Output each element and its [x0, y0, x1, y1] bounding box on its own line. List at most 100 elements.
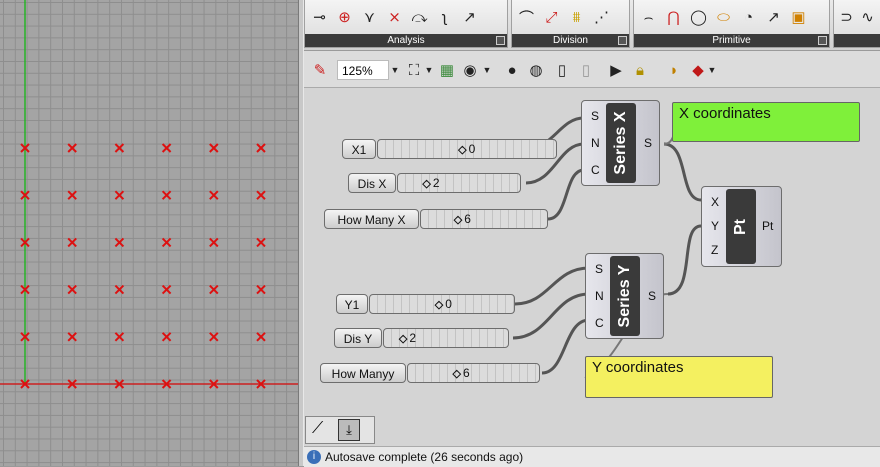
wire-y1-to-s — [514, 266, 590, 306]
play-icon[interactable]: ▶ — [606, 60, 626, 80]
chevron-down-icon[interactable]: ▼ — [424, 60, 434, 80]
component-core: Pt — [726, 189, 756, 264]
rhino-viewport[interactable] — [0, 0, 298, 466]
slider-dis-x[interactable]: Dis X 2 — [348, 171, 526, 195]
slider-track[interactable]: 2 — [397, 173, 521, 193]
point-marker — [256, 190, 266, 200]
document-icon[interactable]: ▯ — [552, 60, 572, 80]
slider-how-many-x[interactable]: How Many X 6 — [324, 207, 548, 231]
slider-value: 2 — [399, 329, 416, 349]
input-x[interactable]: X — [711, 195, 719, 209]
point-marker — [161, 237, 172, 248]
series-x-component[interactable]: S N C Series X S — [581, 100, 660, 186]
point-marker — [256, 284, 266, 295]
input-n[interactable]: N — [591, 136, 600, 150]
circle-point-icon[interactable]: ⊸ — [309, 6, 330, 28]
map-icon[interactable]: ▦ — [437, 60, 457, 80]
slider-track[interactable]: 2 — [383, 328, 509, 348]
point-marker — [161, 332, 172, 342]
preview-shaded-icon[interactable]: ● — [502, 60, 522, 80]
eraser-icon[interactable]: ✎ — [308, 60, 332, 80]
ribbon-label-primitive[interactable]: Primitive — [634, 34, 829, 47]
zoom-extents-icon[interactable]: ⛶ — [404, 60, 424, 80]
status-text: Autosave complete (26 seconds ago) — [325, 450, 524, 464]
divide-curve-icon[interactable]: ⌒ — [516, 6, 537, 28]
input-c[interactable]: C — [591, 163, 600, 177]
tangent-icon[interactable]: ⨯ — [384, 6, 405, 28]
input-n[interactable]: N — [595, 289, 604, 303]
component-core: Series Y — [610, 256, 640, 336]
arc-icon[interactable]: ⌢ — [638, 6, 659, 28]
status-bar: i Autosave complete (26 seconds ago) — [304, 446, 880, 467]
rectangle-icon[interactable]: ▣ — [788, 6, 809, 28]
chevron-down-icon[interactable]: ▼ — [482, 60, 492, 80]
circle-arrow-icon[interactable]: ⊕ — [334, 6, 355, 28]
point-marker — [67, 237, 77, 248]
expand-corner-icon[interactable] — [818, 36, 827, 45]
output-pt[interactable]: Pt — [762, 219, 773, 233]
input-s[interactable]: S — [591, 109, 599, 123]
nurbs-icon[interactable]: ⊃ — [838, 6, 855, 28]
branch-icon[interactable]: ⋎ — [359, 6, 380, 28]
output-s[interactable]: S — [644, 136, 652, 150]
preview-wire-icon[interactable]: ◍ — [526, 60, 546, 80]
pt-component[interactable]: X Y Z Pt Pt — [701, 186, 782, 267]
point-marker — [114, 284, 125, 295]
input-c[interactable]: C — [595, 316, 604, 330]
chevron-down-icon[interactable]: ▼ — [707, 60, 717, 80]
grasshopper-canvas[interactable]: X1 0 Dis X 2 How Many X 6 Y1 0 Dis Y 2 H… — [304, 88, 880, 414]
point-marker — [256, 332, 266, 342]
slider-label: X1 — [342, 139, 376, 159]
slider-label: How Manyy — [320, 363, 406, 383]
eye-icon[interactable]: ◉ — [459, 60, 481, 80]
expand-corner-icon[interactable] — [618, 36, 627, 45]
chevron-down-icon[interactable]: ▼ — [390, 60, 400, 80]
zoom-field[interactable]: 125% — [337, 60, 389, 80]
panel-text: X coordinates — [679, 105, 771, 122]
contour-icon[interactable]: ⩩ — [566, 6, 587, 28]
interp-icon[interactable]: ∿ — [859, 6, 876, 28]
ellipse-icon[interactable]: ⬭ — [713, 6, 734, 28]
panel-y-coordinates[interactable]: Y coordinates — [585, 356, 773, 398]
download-icon[interactable]: ⤓ — [338, 419, 360, 441]
point-marker — [114, 190, 125, 200]
bake-icon[interactable]: ◗ — [664, 60, 684, 80]
curve-closest-icon[interactable]: ʅ — [434, 6, 455, 28]
lock-icon[interactable]: 🔒︎ — [630, 60, 650, 80]
slider-how-manyy[interactable]: How Manyy 6 — [320, 361, 542, 385]
shatter-icon[interactable]: ⋰ — [591, 6, 612, 28]
slider-track[interactable]: 6 — [420, 209, 548, 229]
ribbon-label-spline[interactable] — [834, 34, 880, 47]
panel-x-coordinates[interactable]: X coordinates — [672, 102, 860, 142]
slider-x1[interactable]: X1 0 — [342, 137, 557, 161]
divide-length-icon[interactable]: ⤢ — [541, 6, 562, 28]
line-icon[interactable]: ↗ — [763, 6, 784, 28]
evaluate-icon[interactable]: ⤼ — [409, 6, 430, 28]
input-y[interactable]: Y — [711, 219, 719, 233]
slider-track[interactable]: 0 — [369, 294, 515, 314]
gem-icon[interactable]: ◆ — [688, 60, 708, 80]
point-marker — [256, 237, 266, 248]
sketch-line-icon[interactable]: ⟋ — [312, 420, 323, 438]
ribbon-panel-division: ⌒ ⤢ ⩩ ⋰ Division — [511, 0, 630, 48]
wire-howmanyy-to-c — [541, 318, 590, 375]
slider-track[interactable]: 6 — [407, 363, 540, 383]
arc-3pt-icon[interactable]: ⋂ — [663, 6, 684, 28]
ribbon-label-analysis[interactable]: Analysis — [305, 34, 507, 47]
slider-dis-y[interactable]: Dis Y 2 — [334, 326, 513, 350]
series-y-component[interactable]: S N C Series Y S — [585, 253, 664, 339]
output-s[interactable]: S — [648, 289, 656, 303]
circle-icon[interactable]: ◯ — [688, 6, 709, 28]
input-s[interactable]: S — [595, 262, 603, 276]
ribbon-label-division[interactable]: Division — [512, 34, 629, 47]
slider-y1[interactable]: Y1 0 — [336, 292, 515, 316]
input-z[interactable]: Z — [711, 243, 718, 257]
point-marker — [114, 143, 125, 153]
slider-track[interactable]: 0 — [377, 139, 557, 159]
end-points-icon[interactable]: ↗ — [459, 6, 480, 28]
point-marker — [209, 143, 219, 153]
slider-value: 0 — [435, 295, 452, 315]
point-marker — [161, 143, 172, 153]
expand-corner-icon[interactable] — [496, 36, 505, 45]
fit-line-icon[interactable]: ◔ — [738, 6, 759, 28]
